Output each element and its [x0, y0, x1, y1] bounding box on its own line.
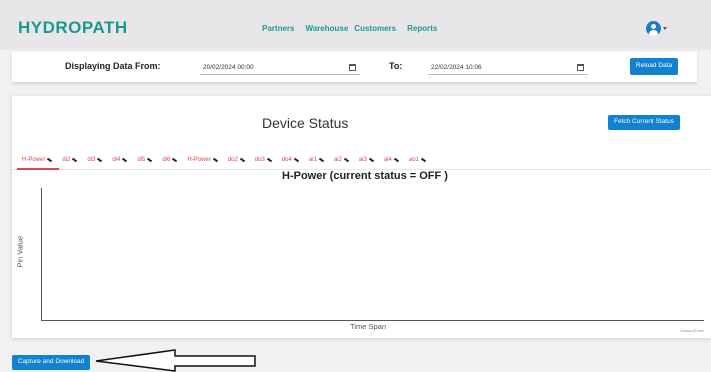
- to-date-value: 22/02/2024 10:06: [431, 64, 482, 71]
- capture-download-button[interactable]: Capture and Download: [12, 355, 90, 370]
- pencil-icon: [368, 157, 374, 163]
- nav-warehouse[interactable]: Warehouse: [305, 25, 348, 33]
- chart-title: H-Power (current status = OFF ): [282, 170, 448, 182]
- tab-h-power[interactable]: H-Power: [22, 157, 53, 163]
- chevron-down-icon: [663, 27, 667, 30]
- pencil-icon: [420, 157, 427, 163]
- to-label: To:: [389, 61, 403, 71]
- user-menu-button[interactable]: [646, 21, 667, 36]
- pencil-icon: [212, 157, 218, 163]
- reload-data-button[interactable]: Reload Data: [630, 58, 678, 75]
- top-navbar: HYDROPATH Partners Warehouse Customers R…: [0, 0, 711, 50]
- pencil-icon: [47, 157, 53, 163]
- date-filter-bar: Displaying Data From: 20/02/2024 00:00 T…: [12, 52, 697, 82]
- brand-logo[interactable]: HYDROPATH: [18, 19, 128, 36]
- nav-customers[interactable]: Customers: [354, 25, 396, 33]
- tab-di5[interactable]: di5: [137, 157, 153, 163]
- nav-reports[interactable]: Reports: [407, 25, 437, 33]
- y-axis-label: Pin Value: [15, 235, 25, 268]
- user-avatar-icon: [646, 21, 661, 36]
- tab-do2[interactable]: do2: [228, 157, 245, 163]
- pencil-icon: [122, 157, 128, 163]
- device-status-card: Device Status Fetch Current Status H-Pow…: [12, 96, 711, 338]
- device-status-title: Device Status: [262, 115, 349, 131]
- tab-do3[interactable]: do3: [255, 157, 272, 163]
- left-arrow-annotation: [95, 349, 256, 372]
- to-date-field[interactable]: 22/02/2024 10:06: [428, 61, 588, 75]
- pencil-icon: [318, 157, 324, 163]
- pencil-icon: [72, 157, 78, 163]
- pencil-icon: [293, 157, 299, 163]
- pencil-icon: [239, 157, 245, 163]
- calendar-icon[interactable]: [349, 64, 356, 71]
- tab-do4[interactable]: do4: [282, 157, 299, 163]
- x-axis: [41, 320, 704, 321]
- tab-di3[interactable]: di3: [87, 157, 103, 163]
- from-date-field[interactable]: 20/02/2024 00:00: [200, 61, 360, 75]
- x-axis-label: Time Span: [350, 322, 386, 331]
- pencil-icon: [172, 157, 178, 163]
- y-axis: [41, 188, 42, 320]
- chart-credit[interactable]: CanvasJS.com: [680, 329, 704, 334]
- pencil-icon: [393, 157, 399, 163]
- fetch-current-status-button[interactable]: Fetch Current Status: [608, 115, 680, 130]
- pin-tabs: H-Power di2 di3 di4 di5 di6 H-Power do2 …: [22, 157, 427, 163]
- pencil-icon: [147, 157, 153, 163]
- nav-partners[interactable]: Partners: [262, 25, 294, 33]
- from-label: Displaying Data From:: [65, 61, 161, 71]
- pencil-icon: [97, 157, 103, 163]
- tab-ai2[interactable]: ai2: [334, 157, 349, 163]
- tab-di2[interactable]: di2: [62, 157, 78, 163]
- active-tab-indicator: [17, 168, 59, 170]
- from-date-value: 20/02/2024 00:00: [203, 64, 254, 71]
- tab-ai3[interactable]: ai3: [359, 157, 374, 163]
- pencil-icon: [343, 157, 349, 163]
- tab-di4[interactable]: di4: [112, 157, 128, 163]
- tab-di6[interactable]: di6: [162, 157, 178, 163]
- tab-ai4[interactable]: ai4: [384, 157, 399, 163]
- tab-ai1[interactable]: ai1: [309, 157, 324, 163]
- tab-ao1[interactable]: ao1: [409, 157, 427, 163]
- nav-links: Partners Warehouse Customers Reports: [262, 25, 437, 33]
- pencil-icon: [266, 157, 272, 163]
- tab-h-power-2[interactable]: H-Power: [187, 157, 218, 163]
- calendar-icon[interactable]: [577, 64, 584, 71]
